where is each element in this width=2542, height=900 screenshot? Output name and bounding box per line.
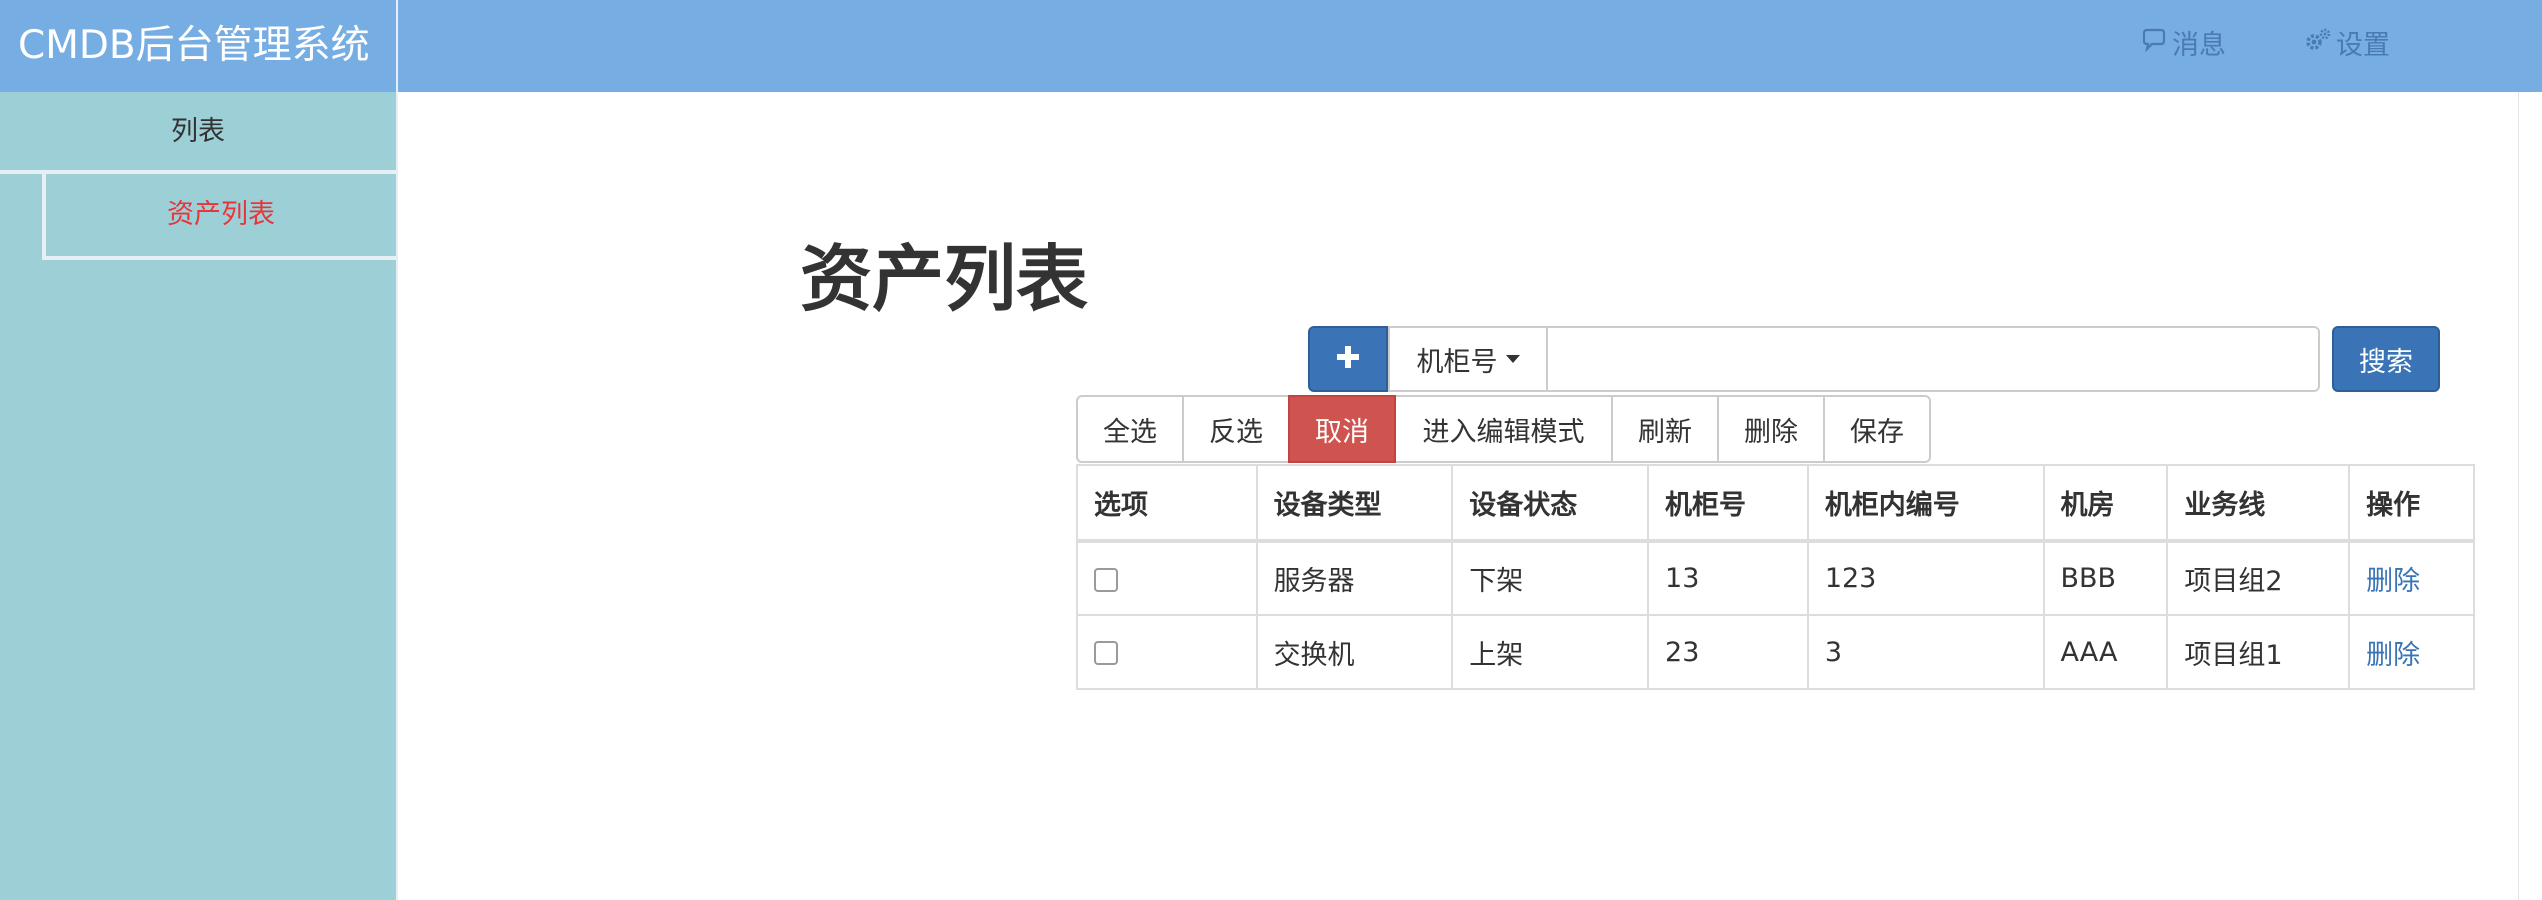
save-button[interactable]: 保存 xyxy=(1823,395,1931,463)
column-header: 机柜号 xyxy=(1647,464,1809,543)
page-title: 资产列表 xyxy=(800,237,1089,321)
column-header: 机房 xyxy=(2042,464,2169,543)
row-delete-link[interactable]: 删除 xyxy=(2366,640,2420,671)
table-cell: BBB xyxy=(2042,540,2169,616)
cancel-button[interactable]: 取消 xyxy=(1288,395,1396,463)
invert-selection-button[interactable]: 反选 xyxy=(1182,395,1290,463)
row-select-cell xyxy=(1076,614,1258,690)
messages-label: 消息 xyxy=(2172,30,2226,61)
column-header: 机柜内编号 xyxy=(1806,464,2045,543)
search-input[interactable] xyxy=(1546,326,2320,392)
settings-label: 设置 xyxy=(2336,30,2390,61)
table-cell: 13 xyxy=(1647,540,1809,616)
delete-button[interactable]: 删除 xyxy=(1717,395,1825,463)
caret-down-icon xyxy=(1505,355,1520,363)
plus-icon xyxy=(1334,343,1362,375)
row-action-cell: 删除 xyxy=(2348,614,2475,690)
sidebar-section-list[interactable]: 列表 xyxy=(0,94,396,174)
select-all-button[interactable]: 全选 xyxy=(1076,395,1184,463)
column-header: 选项 xyxy=(1076,464,1258,543)
table-cell: 23 xyxy=(1647,614,1809,690)
column-header: 设备状态 xyxy=(1451,464,1650,543)
add-asset-button[interactable] xyxy=(1308,326,1388,392)
table-cell: 项目组2 xyxy=(2166,540,2351,616)
comment-icon xyxy=(2140,1,2168,91)
search-field-selected: 机柜号 xyxy=(1416,346,1498,378)
table-cell: 123 xyxy=(1806,540,2045,616)
row-checkbox[interactable] xyxy=(1094,641,1118,665)
edit-mode-button[interactable]: 进入编辑模式 xyxy=(1394,395,1613,463)
row-select-cell xyxy=(1076,540,1258,616)
table-cell: 服务器 xyxy=(1255,540,1454,616)
messages-link[interactable]: 消息 xyxy=(2140,0,2226,92)
table-cell: AAA xyxy=(2042,614,2169,690)
table-cell: 项目组1 xyxy=(2166,614,2351,690)
settings-link[interactable]: 设置 xyxy=(2304,0,2390,92)
top-header: CMDB后台管理系统 消息 设置 xyxy=(0,0,2542,92)
search-field-dropdown[interactable]: 机柜号 xyxy=(1388,326,1548,392)
vertical-scrollbar[interactable] xyxy=(2518,92,2542,900)
sidebar: 列表 资产列表 xyxy=(0,92,398,900)
search-button[interactable]: 搜索 xyxy=(2332,326,2440,392)
sidebar-item-asset-list[interactable]: 资产列表 xyxy=(42,174,396,260)
table-header-row: 选项 设备类型 设备状态 机柜号 机柜内编号 机房 业务线 操作 xyxy=(1076,464,2475,543)
column-header: 设备类型 xyxy=(1255,464,1454,543)
table-cell: 3 xyxy=(1806,614,2045,690)
table-cell: 下架 xyxy=(1451,540,1650,616)
gears-icon xyxy=(2304,1,2332,91)
table-row: 交换机 上架 23 3 AAA 项目组1 删除 xyxy=(1076,614,2475,690)
refresh-button[interactable]: 刷新 xyxy=(1611,395,1719,463)
column-header: 操作 xyxy=(2348,464,2475,543)
table-cell: 交换机 xyxy=(1255,614,1454,690)
asset-table: 选项 设备类型 设备状态 机柜号 机柜内编号 机房 业务线 操作 服务器 下架 … xyxy=(1076,464,2475,690)
row-delete-link[interactable]: 删除 xyxy=(2366,566,2420,597)
table-cell: 上架 xyxy=(1451,614,1650,690)
column-header: 业务线 xyxy=(2166,464,2351,543)
table-row: 服务器 下架 13 123 BBB 项目组2 删除 xyxy=(1076,540,2475,616)
app-brand[interactable]: CMDB后台管理系统 xyxy=(0,0,398,92)
row-checkbox[interactable] xyxy=(1094,567,1118,592)
toolbar-button-group: 全选 反选 取消 进入编辑模式 刷新 删除 保存 xyxy=(1076,395,1931,463)
row-action-cell: 删除 xyxy=(2348,540,2475,616)
